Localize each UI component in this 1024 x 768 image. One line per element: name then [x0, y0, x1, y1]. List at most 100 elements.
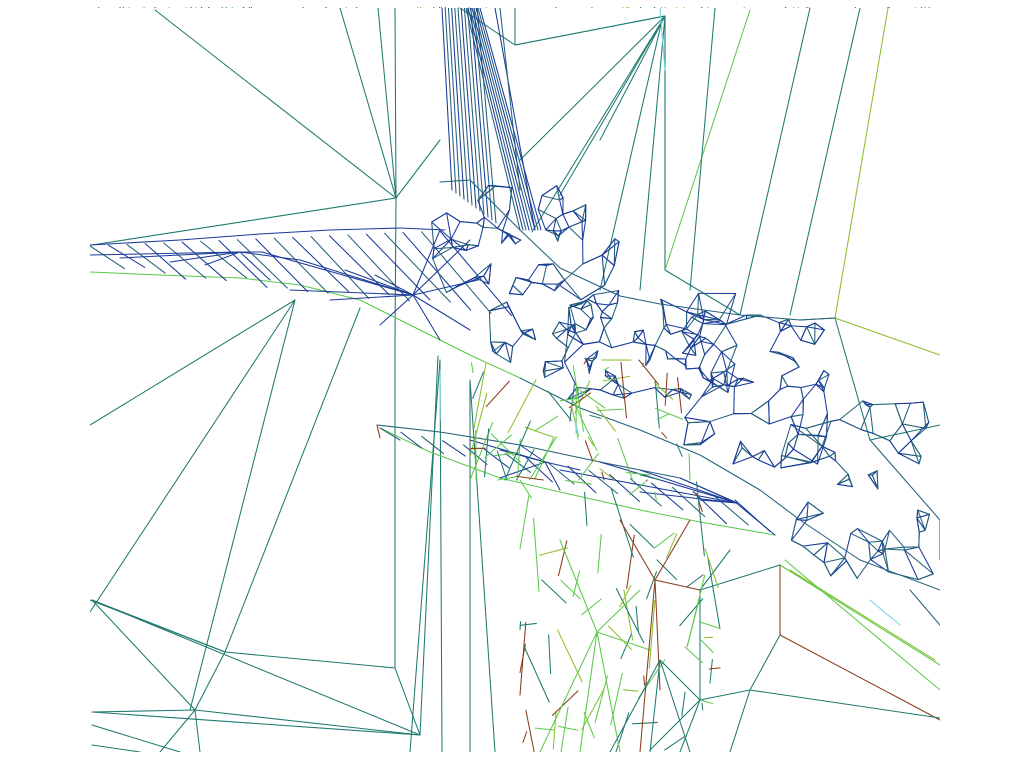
mesh-edge [377, 8, 397, 199]
mesh-edge [676, 443, 683, 457]
mesh-edge [645, 343, 656, 346]
mesh-edge [431, 212, 448, 223]
mesh-edge [537, 195, 543, 211]
mesh-edge [583, 359, 587, 365]
mesh-edge [450, 221, 461, 240]
mesh-edge [163, 242, 207, 279]
mesh-edge [395, 139, 441, 199]
mesh-edge [869, 553, 884, 560]
mesh-edge [467, 244, 479, 247]
mesh-edge [485, 380, 510, 408]
mesh-edge [595, 303, 603, 313]
mesh-edge [376, 424, 381, 439]
mesh-edge [574, 323, 587, 331]
mesh-edge [483, 428, 490, 478]
mesh-edge [664, 9, 751, 271]
mesh-edge [90, 239, 181, 246]
mesh-edge [829, 451, 836, 457]
mesh-edge [724, 324, 738, 346]
mesh-edge [579, 407, 641, 431]
mesh-edge [512, 333, 524, 347]
mesh-edge [752, 456, 759, 461]
mesh-edge [916, 509, 919, 519]
mesh-edge [384, 232, 451, 303]
mesh-edge [527, 264, 540, 281]
mesh-edge [477, 226, 484, 247]
mesh-edge [394, 197, 397, 341]
mesh-edge [729, 689, 751, 752]
mesh-edge [581, 688, 605, 731]
mesh-edge [525, 709, 535, 752]
mesh-edge [564, 333, 569, 363]
mesh-edge [623, 689, 639, 692]
mesh-edge [813, 554, 825, 564]
mesh-edge [482, 226, 499, 229]
mesh-edge [860, 406, 871, 430]
mesh-edge [800, 326, 808, 341]
mesh-edge [469, 379, 496, 752]
mesh-edge [90, 299, 296, 426]
mesh-edge [597, 533, 602, 574]
mesh-edge [836, 473, 849, 485]
mesh-edge [739, 8, 811, 316]
mesh-edge [689, 8, 716, 291]
mesh-edge [845, 560, 858, 579]
mesh-edge [789, 8, 861, 316]
mesh-edge [603, 318, 613, 329]
mesh-edge [548, 634, 552, 675]
mesh-edge [559, 15, 666, 196]
mesh-canvas[interactable] [90, 8, 940, 752]
mesh-edge [514, 15, 666, 46]
mesh-edge [596, 631, 621, 752]
mesh-edge [868, 541, 872, 560]
mesh-edge [768, 400, 770, 425]
wireframe-mesh-svg [90, 8, 940, 752]
mesh-edge [834, 8, 889, 319]
mesh-edge [684, 416, 711, 423]
mesh-edge [564, 479, 592, 485]
mesh-edge [856, 558, 872, 579]
mesh-edge [224, 307, 361, 653]
mesh-edge [681, 691, 686, 717]
mesh-edge [482, 216, 485, 228]
mesh-edge [344, 269, 414, 296]
mesh-edge [582, 341, 600, 345]
mesh-edge [599, 379, 613, 391]
mesh-edge [649, 344, 656, 361]
mesh-edge [570, 325, 584, 345]
mesh-edge [615, 588, 645, 644]
mesh-edge [688, 453, 691, 481]
mesh-edge [737, 377, 744, 380]
mesh-edge [835, 460, 849, 475]
mesh-edge [419, 329, 471, 356]
mesh-edge [596, 631, 651, 651]
mesh-edge [551, 690, 579, 716]
mesh-edge [850, 528, 858, 534]
mesh-edge [918, 455, 922, 465]
mesh-edge [894, 403, 903, 425]
mesh-edge [768, 416, 792, 425]
mesh-edge [533, 517, 540, 592]
mesh-edge [475, 8, 536, 231]
mesh-edge [541, 195, 561, 201]
render-viewport[interactable] [0, 0, 1024, 768]
mesh-edge [557, 629, 583, 683]
mesh-edge [889, 529, 905, 548]
top-edge-mesh-strip [90, 0, 940, 8]
mesh-edge [292, 236, 349, 292]
mesh-edge [454, 8, 469, 203]
mesh-edge [598, 327, 605, 343]
mesh-edge [869, 439, 940, 521]
mesh-edge [750, 412, 770, 425]
mesh-edge [901, 402, 911, 425]
mesh-edge [419, 355, 439, 736]
mesh-edge [432, 258, 447, 293]
mesh-edge [91, 709, 196, 713]
mesh-edge [596, 408, 624, 412]
mesh-edge [881, 540, 884, 555]
mesh-edge [596, 589, 641, 633]
mesh-edge [620, 633, 632, 660]
mesh-edge [439, 230, 512, 316]
mesh-edge [769, 350, 794, 359]
mesh-edge [90, 271, 161, 276]
